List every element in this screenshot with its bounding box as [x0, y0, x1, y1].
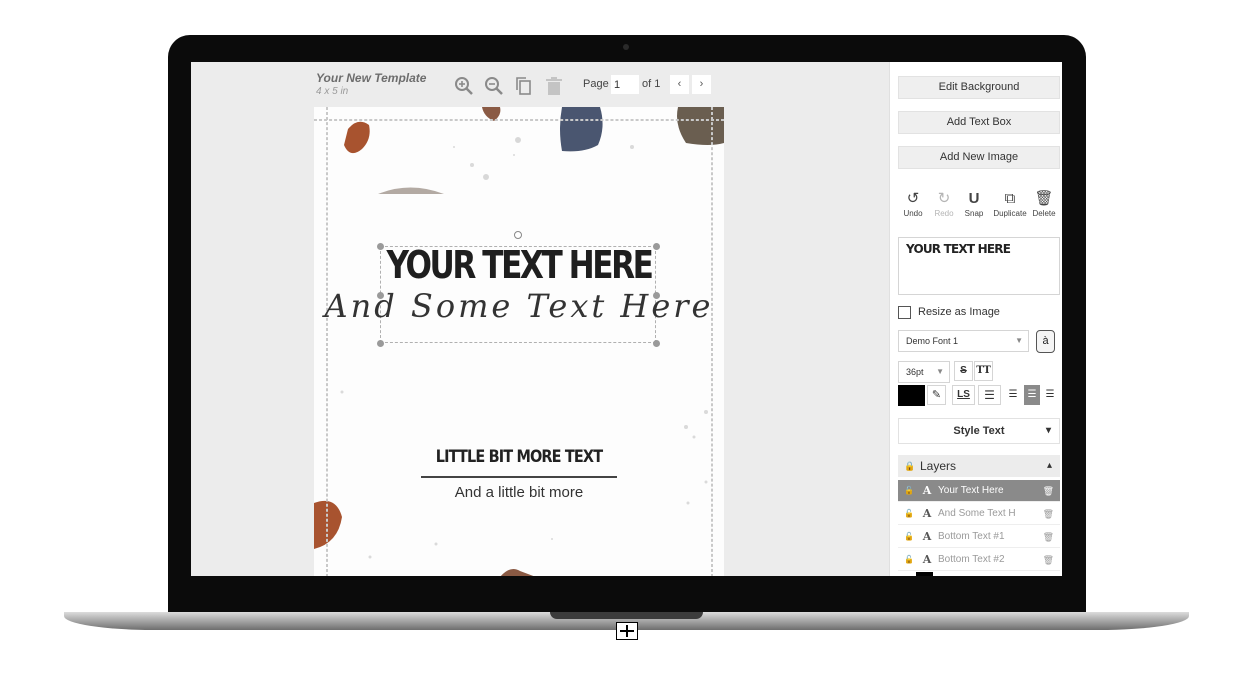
caps-button[interactable]: TT — [974, 361, 993, 381]
trash-icon[interactable] — [543, 75, 565, 97]
strikethrough-button[interactable]: S — [954, 361, 973, 381]
unlock-icon[interactable]: 🔓 — [902, 480, 916, 502]
snap-button[interactable]: U Snap — [958, 189, 990, 218]
unlock-icon[interactable]: 🔓 — [902, 503, 916, 525]
trash-icon[interactable]: 🗑 — [1043, 526, 1054, 548]
resize-as-image-label: Resize as Image — [918, 306, 1000, 318]
align-center-icon[interactable]: ☰ — [1024, 385, 1040, 405]
layer-item[interactable]: 🔓 A Bottom Text #2 🗑 — [898, 549, 1060, 571]
canvas-script-text[interactable]: And Some Text Here — [314, 287, 724, 325]
align-right-icon[interactable]: ☰ — [1042, 385, 1058, 405]
redo-icon: ↻ — [937, 190, 951, 207]
duplicate-icon: ⧉ — [1004, 190, 1016, 207]
page-label: Page — [583, 78, 609, 90]
text-layer-icon: A — [922, 484, 932, 497]
style-text-toggle[interactable]: Style Text ▾ — [898, 418, 1060, 444]
design-canvas[interactable]: YOUR TEXT HERE And Some Text Here LITTLE… — [314, 107, 724, 576]
duplicate-button[interactable]: ⧉ Duplicate — [992, 189, 1028, 218]
chevron-down-icon: ▼ — [936, 367, 944, 376]
undo-button[interactable]: ↺ Undo — [897, 189, 929, 218]
laptop-notch — [550, 612, 703, 619]
lock-icon: 🔒 — [904, 461, 916, 471]
font-select[interactable]: Demo Font 1 ▼ — [898, 330, 1029, 352]
layer-item[interactable]: 🔓 A Your Text Here 🗑 — [898, 480, 1060, 502]
magnet-icon: U — [968, 190, 980, 207]
text-layer-icon: A — [922, 530, 932, 543]
trash-icon[interactable]: 🗑 — [1043, 480, 1054, 502]
properties-panel: Edit Background Add Text Box Add New Ima… — [889, 62, 1062, 576]
prev-page-button[interactable]: ‹ — [670, 75, 689, 94]
unlock-icon[interactable]: 🔓 — [902, 526, 916, 548]
page-number-input[interactable] — [611, 75, 639, 94]
canvas-main-text[interactable]: YOUR TEXT HERE — [351, 243, 687, 287]
zoom-in-icon[interactable] — [453, 75, 475, 97]
copy-icon[interactable] — [513, 75, 535, 97]
add-text-box-button[interactable]: Add Text Box — [898, 111, 1060, 134]
trash-icon[interactable]: 🗑 — [1043, 549, 1054, 571]
canvas-small-text[interactable]: And a little bit more — [314, 484, 724, 501]
camera — [623, 44, 629, 50]
add-new-image-button[interactable]: Add New Image — [898, 146, 1060, 169]
font-size-select[interactable]: 36pt ▼ — [898, 361, 950, 383]
trash-icon[interactable]: 🗑 — [1043, 503, 1054, 525]
trash-icon: 🗑 — [1034, 190, 1054, 207]
template-size: 4 x 5 in — [316, 86, 349, 97]
safe-area-guide-right — [711, 107, 713, 576]
resize-as-image-checkbox[interactable] — [898, 306, 911, 319]
next-page-button[interactable]: › — [692, 75, 711, 94]
canvas-mid-text[interactable]: LITTLE BIT MORE TEXT — [345, 447, 694, 467]
letter-spacing-button[interactable]: LS — [952, 385, 975, 405]
layer-item[interactable]: 🔓 A Bottom Text #1 🗑 — [898, 526, 1060, 548]
safe-area-guide-top — [314, 119, 724, 121]
plus-box-icon — [616, 622, 638, 640]
align-left-icon[interactable]: ☰ — [1005, 385, 1021, 405]
delete-button[interactable]: 🗑 Delete — [1028, 189, 1060, 218]
divider-line[interactable] — [421, 476, 617, 478]
layer-item[interactable]: 🔓 A And Some Text H 🗑 — [898, 503, 1060, 525]
text-layer-icon: A — [922, 507, 932, 520]
template-title: Your New Template — [316, 71, 427, 85]
eyedropper-icon[interactable]: ✎ — [927, 385, 946, 405]
layers-header[interactable]: 🔒 Layers ▴ — [898, 455, 1060, 477]
redo-button[interactable]: ↻ Redo — [928, 189, 960, 218]
text-content-input[interactable]: YOUR TEXT HERE — [898, 237, 1060, 295]
text-layer-icon: A — [922, 553, 932, 566]
screen: Your New Template 4 x 5 in Page of 1 ‹ › — [191, 62, 1062, 576]
rotate-handle[interactable] — [514, 231, 522, 239]
zoom-out-icon[interactable] — [483, 75, 505, 97]
resize-handle-bl[interactable] — [377, 340, 384, 347]
safe-area-guide-left — [326, 107, 328, 576]
edit-background-button[interactable]: Edit Background — [898, 76, 1060, 99]
unlock-icon[interactable]: 🔓 — [902, 549, 916, 571]
chevron-down-icon: ▾ — [1045, 425, 1051, 436]
page-count: of 1 — [642, 78, 661, 90]
glyph-button[interactable]: à — [1036, 330, 1055, 353]
layer-shape-thumbnail — [916, 572, 933, 576]
chevron-up-icon: ▴ — [1046, 460, 1052, 471]
undo-icon: ↺ — [906, 190, 920, 207]
chevron-down-icon: ▼ — [1015, 336, 1023, 345]
text-color-swatch[interactable] — [898, 385, 925, 406]
resize-handle-br[interactable] — [653, 340, 660, 347]
line-height-icon[interactable]: ☰ — [978, 385, 1001, 405]
